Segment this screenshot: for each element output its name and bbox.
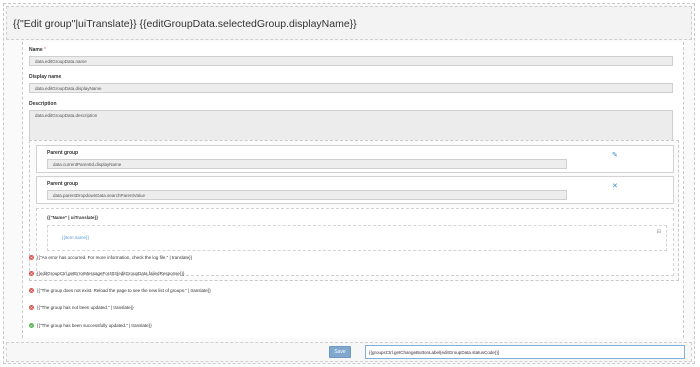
description-field[interactable]: data.editGroupData.description xyxy=(29,110,673,144)
list-expand-icon[interactable]: ⊟ xyxy=(657,229,661,235)
error-icon: ✕ xyxy=(29,255,34,261)
required-mark: * xyxy=(44,47,46,53)
modal-body: Name * data.editGroupData.name Display n… xyxy=(22,42,684,338)
error-icon: ✕ xyxy=(29,271,34,277)
error-message-not-updated: ✕ {{"The group has not been updated." | t… xyxy=(29,305,134,311)
name-label-text: Name xyxy=(29,47,43,53)
pencil-icon[interactable]: ✎ xyxy=(612,151,618,159)
close-icon[interactable]: ✕ xyxy=(612,182,618,190)
modal-title: {{"Edit group"|uiTranslate}} {{editGroup… xyxy=(13,18,357,30)
group-list: {{item.name}} ⊟ xyxy=(47,225,667,251)
edit-group-modal: {{"Edit group"|uiTranslate}} {{editGroup… xyxy=(3,3,695,364)
group-list-item[interactable]: {{item.name}} xyxy=(62,235,89,240)
error-message-general: ✕ {{"An error has occurred. For more info… xyxy=(29,255,193,261)
message-text: {{editGroupCtrl.getErrorMessageFor403(ed… xyxy=(37,271,185,276)
error-message-not-exist: ✕ {{"The group does not exist. Reload the… xyxy=(29,288,211,294)
message-text: {{"The group has not been updated." | tr… xyxy=(37,305,134,310)
description-label: Description xyxy=(29,101,57,107)
name-field[interactable]: data.editGroupData.name xyxy=(29,56,673,66)
check-icon: ✓ xyxy=(29,323,34,329)
message-text: {{"The group does not exist. Reload the … xyxy=(37,288,211,293)
modal-footer: Save {{groupsCtrl.getChangeButtonLabel(e… xyxy=(6,342,692,362)
parent-group-current-field[interactable]: data.currentParentId.displayName xyxy=(47,159,567,169)
parent-group-current: Parent group data.currentParentId.displa… xyxy=(36,145,674,173)
group-list-panel: {{"Name" | uiTranslate}} {{item.name}} ⊟ xyxy=(36,208,674,276)
parent-group-search: Parent group data.parentDropdownData.sea… xyxy=(36,176,674,204)
group-list-header: {{"Name" | uiTranslate}} xyxy=(47,215,99,220)
modal-header: {{"Edit group"|uiTranslate}} {{editGroup… xyxy=(6,6,692,40)
error-icon: ✕ xyxy=(29,305,34,311)
error-icon: ✕ xyxy=(29,288,34,294)
message-text: {{"The group has been successfully updat… xyxy=(37,323,152,328)
parent-group-label: Parent group xyxy=(47,150,79,156)
name-label: Name * xyxy=(29,47,46,53)
parent-group-search-field[interactable]: data.parentDropdownData.searchParentValu… xyxy=(47,190,567,200)
error-message-403: ✕ {{editGroupCtrl.getErrorMessageFor403(e… xyxy=(29,271,185,277)
status-field[interactable]: {{groupsCtrl.getChangeButtonLabel(editGr… xyxy=(365,345,685,359)
parent-group-search-label: Parent group xyxy=(47,181,79,187)
success-message: ✓ {{"The group has been successfully upda… xyxy=(29,323,152,329)
display-name-label: Display name xyxy=(29,74,62,80)
display-name-field[interactable]: data.editGroupData.displayName xyxy=(29,83,673,93)
save-button[interactable]: Save xyxy=(329,346,351,358)
message-text: {{"An error has occurred. For more infor… xyxy=(37,255,193,260)
